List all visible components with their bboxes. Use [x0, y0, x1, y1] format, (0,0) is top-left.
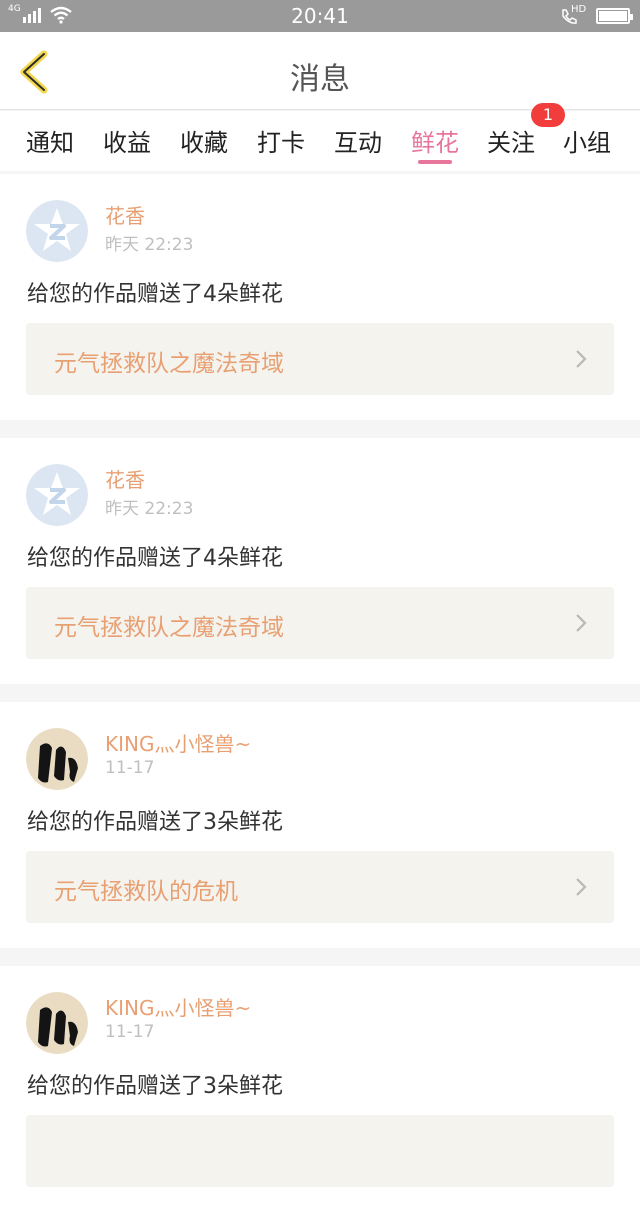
- work-link[interactable]: 元气拯救队之魔法奇域: [26, 587, 614, 659]
- default-avatar-icon[interactable]: [26, 464, 88, 526]
- battery-icon: [596, 8, 633, 24]
- status-time: 20:41: [291, 4, 349, 28]
- default-avatar-icon[interactable]: [26, 200, 88, 262]
- nav-bar: 消息: [0, 32, 640, 110]
- message-time: 昨天 22:23: [105, 235, 194, 255]
- tab-flowers[interactable]: 鲜花: [411, 123, 459, 158]
- status-right: HD: [560, 4, 633, 26]
- work-title: 元气拯救队的危机: [54, 879, 238, 905]
- sender-name[interactable]: KING灬小怪兽~: [105, 992, 251, 1021]
- message-text: 给您的作品赠送了4朵鲜花: [27, 282, 283, 307]
- sender-name[interactable]: KING灬小怪兽~: [105, 728, 251, 757]
- tab-notice[interactable]: 通知: [26, 123, 74, 158]
- user-photo-avatar[interactable]: [26, 992, 88, 1054]
- message-text: 给您的作品赠送了4朵鲜花: [27, 546, 283, 571]
- tab-earnings[interactable]: 收益: [103, 123, 151, 158]
- work-title: 元气拯救队之魔法奇域: [54, 351, 284, 377]
- message-card: 花香 昨天 22:23 给您的作品赠送了4朵鲜花 元气拯救队之魔法奇域: [0, 174, 640, 420]
- tab-favorites[interactable]: 收藏: [180, 123, 228, 158]
- page-title: 消息: [290, 62, 350, 97]
- work-link[interactable]: [26, 1115, 614, 1187]
- tab-bar: 通知 收益 收藏 打卡 互动 鲜花 关注 小组 1: [0, 103, 640, 171]
- message-text: 给您的作品赠送了3朵鲜花: [27, 1074, 283, 1099]
- message-time: 11-17: [105, 758, 155, 778]
- message-time: 昨天 22:23: [105, 499, 194, 519]
- message-text: 给您的作品赠送了3朵鲜花: [27, 810, 283, 835]
- tab-follow[interactable]: 关注: [487, 123, 535, 158]
- user-photo-avatar[interactable]: [26, 728, 88, 790]
- hd-call-icon: HD: [560, 4, 587, 26]
- work-link[interactable]: 元气拯救队的危机: [26, 851, 614, 923]
- work-link[interactable]: 元气拯救队之魔法奇域: [26, 323, 614, 395]
- status-bar: 4G 20:41 HD: [0, 0, 640, 32]
- message-time: 11-17: [105, 1022, 155, 1042]
- message-card: KING灬小怪兽~ 11-17 给您的作品赠送了3朵鲜花 元气拯救队的危机: [0, 702, 640, 948]
- sender-name[interactable]: 花香: [105, 464, 145, 493]
- message-card: KING灬小怪兽~ 11-17 给您的作品赠送了3朵鲜花: [0, 966, 640, 1212]
- active-tab-indicator: [418, 160, 452, 164]
- work-title: 元气拯救队之魔法奇域: [54, 615, 284, 641]
- tab-interaction[interactable]: 互动: [334, 123, 382, 158]
- follow-badge: 1: [531, 103, 565, 127]
- chevron-right-icon: [576, 614, 587, 632]
- tab-checkin[interactable]: 打卡: [257, 123, 305, 158]
- message-card: 花香 昨天 22:23 给您的作品赠送了4朵鲜花 元气拯救队之魔法奇域: [0, 438, 640, 684]
- hd-label: HD: [571, 4, 587, 15]
- chevron-right-icon: [576, 878, 587, 896]
- chevron-right-icon: [576, 350, 587, 368]
- tab-group[interactable]: 小组: [563, 123, 611, 158]
- sender-name[interactable]: 花香: [105, 200, 145, 229]
